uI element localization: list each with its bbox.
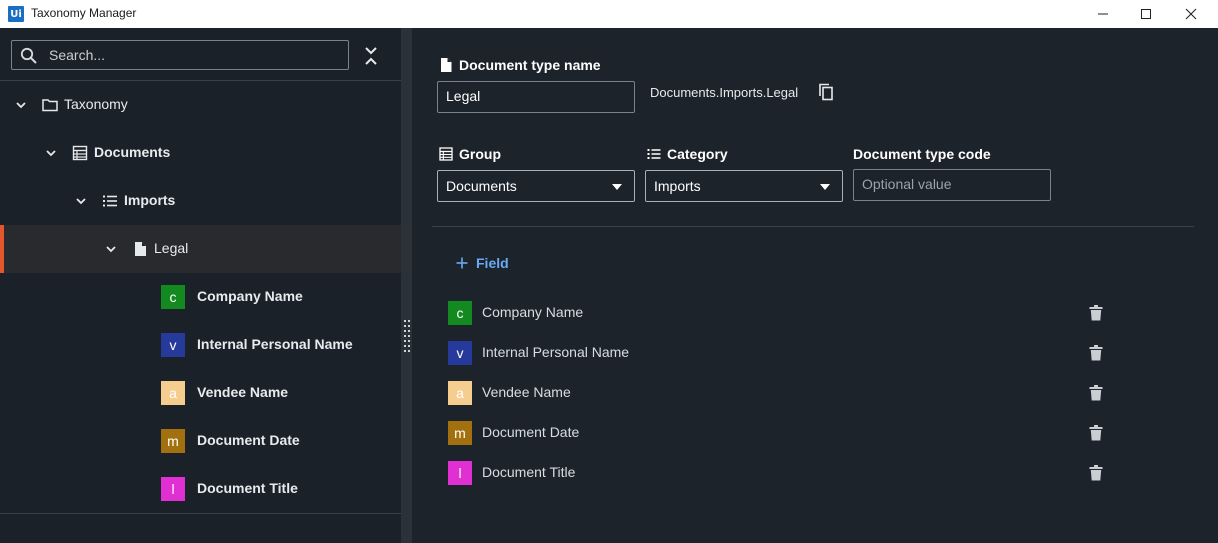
maximize-button[interactable] (1123, 0, 1169, 28)
chevron-down-icon[interactable] (104, 242, 118, 256)
field-row-internal-personal-name[interactable]: v Internal Personal Name (448, 341, 1108, 365)
sidebar-bottom-divider (0, 513, 401, 514)
doc-type-code-label: Document type code (853, 146, 991, 162)
doc-type-code-field[interactable] (853, 169, 1051, 201)
tree-node-taxonomy[interactable]: Taxonomy (0, 81, 401, 129)
category-heading: Category (647, 146, 728, 162)
window-title: Taxonomy Manager (31, 6, 137, 20)
field-row-company-name[interactable]: c Company Name (448, 301, 1108, 325)
field-type-badge: v (448, 341, 472, 365)
grip-handle-icon[interactable] (404, 320, 410, 352)
field-type-badge: m (161, 429, 185, 453)
maximize-icon (1141, 9, 1151, 19)
add-field-label: Field (476, 255, 509, 271)
tree-field-document-title[interactable]: l Document Title (0, 465, 401, 513)
list-icon (103, 195, 117, 207)
category-dropdown[interactable]: Imports (645, 170, 843, 202)
trash-icon[interactable] (1089, 305, 1103, 321)
group-dropdown[interactable]: Documents (437, 170, 635, 202)
doc-type-code-heading: Document type code (853, 146, 991, 162)
tree-node-label: Taxonomy (64, 96, 128, 112)
chevron-down-icon[interactable] (74, 194, 88, 208)
document-icon (441, 58, 452, 72)
folder-icon (42, 99, 58, 112)
vertical-scrollbar[interactable] (1206, 28, 1218, 543)
field-name: Document Title (482, 464, 576, 480)
doc-type-code-input[interactable] (862, 176, 1042, 192)
field-name: Company Name (482, 304, 584, 320)
field-type-badge: a (161, 381, 185, 405)
doc-type-name-input[interactable] (446, 88, 626, 104)
tree-node-imports[interactable]: Imports (0, 177, 401, 225)
selection-indicator (0, 225, 4, 273)
document-icon (135, 242, 146, 256)
field-name: Internal Personal Name (482, 344, 630, 360)
panel-splitter[interactable] (401, 28, 412, 543)
section-divider (432, 226, 1194, 227)
caret-down-icon (612, 184, 622, 190)
title-bar: Ui Taxonomy Manager (0, 0, 1218, 28)
doc-type-name-field[interactable] (437, 81, 635, 113)
field-type-badge: v (161, 333, 185, 357)
group-selected-value: Documents (446, 178, 517, 194)
field-type-badge: l (448, 461, 472, 485)
tree-field-label: Company Name (197, 288, 303, 304)
minimize-button[interactable] (1080, 0, 1126, 28)
tree-field-label: Internal Personal Name (197, 336, 353, 352)
group-table-icon (439, 147, 453, 161)
list-icon (647, 149, 661, 159)
field-type-badge: m (448, 421, 472, 445)
field-type-badge: a (448, 381, 472, 405)
collapse-all-icon[interactable] (362, 46, 380, 66)
tree-field-label: Vendee Name (197, 384, 289, 400)
field-row-document-title[interactable]: l Document Title (448, 461, 1108, 485)
app-logo-icon: Ui (8, 6, 24, 22)
group-table-icon (72, 145, 88, 161)
chevron-down-icon[interactable] (14, 98, 28, 112)
trash-icon[interactable] (1089, 465, 1103, 481)
field-type-badge: c (448, 301, 472, 325)
tree-field-label: Document Title (197, 480, 298, 496)
search-icon (20, 47, 37, 64)
search-box[interactable] (11, 40, 349, 70)
field-row-document-date[interactable]: m Document Date (448, 421, 1108, 445)
tree-field-company-name[interactable]: c Company Name (0, 273, 401, 321)
tree-node-label: Documents (94, 144, 171, 160)
field-name: Document Date (482, 424, 580, 440)
taxonomy-sidebar: Taxonomy Documents Imports Legal (0, 28, 401, 543)
trash-icon[interactable] (1089, 345, 1103, 361)
trash-icon[interactable] (1089, 385, 1103, 401)
document-type-editor: Document type name Documents.Imports.Leg… (412, 28, 1206, 543)
doc-type-name-heading: Document type name (439, 57, 601, 73)
tree-node-legal[interactable]: Legal (0, 225, 401, 273)
tree-field-vendee-name[interactable]: a Vendee Name (0, 369, 401, 417)
tree-node-label: Imports (124, 192, 176, 208)
category-label: Category (667, 146, 728, 162)
chevron-down-icon[interactable] (44, 146, 58, 160)
close-button[interactable] (1168, 0, 1214, 28)
tree-field-internal-personal-name[interactable]: v Internal Personal Name (0, 321, 401, 369)
field-name: Vendee Name (482, 384, 571, 400)
field-type-badge: l (161, 477, 185, 501)
category-selected-value: Imports (654, 178, 701, 194)
plus-icon (456, 257, 468, 269)
trash-icon[interactable] (1089, 425, 1103, 441)
close-icon (1185, 8, 1197, 20)
doc-type-name-label: Document type name (459, 57, 601, 73)
copy-icon[interactable] (818, 83, 834, 101)
add-field-button[interactable]: Field (456, 255, 509, 271)
tree-node-label: Legal (154, 240, 189, 256)
tree-field-document-date[interactable]: m Document Date (0, 417, 401, 465)
tree-node-documents[interactable]: Documents (0, 129, 401, 177)
tree-field-label: Document Date (197, 432, 300, 448)
group-heading: Group (439, 146, 501, 162)
caret-down-icon (820, 184, 830, 190)
doc-type-full-path: Documents.Imports.Legal (650, 85, 799, 100)
field-type-badge: c (161, 285, 185, 309)
field-row-vendee-name[interactable]: a Vendee Name (448, 381, 1108, 405)
group-label: Group (459, 146, 501, 162)
minimize-icon (1098, 13, 1108, 15)
search-input[interactable] (49, 46, 339, 64)
